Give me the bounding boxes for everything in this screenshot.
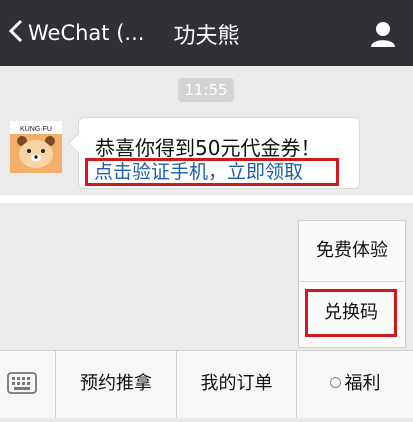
timestamp-badge: 11:55 bbox=[178, 78, 234, 102]
menu-item-free-trial[interactable]: 免费体验 bbox=[299, 221, 405, 282]
screenshot-divider bbox=[0, 195, 413, 203]
back-label: WeChat (... bbox=[28, 21, 145, 45]
tab-benefits-label: 福利 bbox=[344, 373, 381, 394]
avatar[interactable]: KUNG·FU bbox=[10, 121, 62, 173]
chat-area-lower: 免费体验 兑换码 bbox=[0, 203, 413, 350]
back-button[interactable]: WeChat (... bbox=[8, 18, 144, 48]
message-text: 恭喜你得到50元代金券！ bbox=[95, 136, 321, 160]
keyboard-toggle-button[interactable] bbox=[0, 351, 56, 418]
chat-title: 功夫熊 bbox=[173, 24, 240, 49]
tab-my-orders[interactable]: 我的订单 bbox=[177, 351, 297, 418]
keyboard-icon bbox=[0, 372, 55, 422]
verify-phone-link[interactable]: 点击验证手机，立即领取 bbox=[85, 158, 339, 186]
tab-benefits[interactable]: 福利 bbox=[297, 351, 413, 418]
message-bubble: 恭喜你得到50元代金券！ 点击验证手机，立即领取 bbox=[67, 117, 360, 189]
redeem-code-label: 兑换码 bbox=[305, 289, 397, 337]
bottom-menu-bar: 预约推拿 我的订单 福利 bbox=[0, 350, 413, 418]
popup-menu: 免费体验 兑换码 bbox=[298, 220, 406, 348]
submenu-dot-icon bbox=[329, 376, 341, 388]
chat-area: 11:55 KUNG·FU 恭喜你得到50元代金券！ 点击验证手机，立即领取 bbox=[0, 66, 413, 195]
bubble-tail bbox=[67, 132, 90, 155]
chevron-left-icon bbox=[8, 18, 24, 48]
avatar-brand-text: KUNG·FU bbox=[20, 126, 52, 133]
tab-book-massage[interactable]: 预约推拿 bbox=[56, 351, 177, 418]
title-bar: WeChat (... 功夫熊 bbox=[0, 0, 413, 66]
menu-item-redeem-code[interactable]: 兑换码 bbox=[299, 283, 405, 343]
profile-icon[interactable] bbox=[369, 20, 397, 48]
